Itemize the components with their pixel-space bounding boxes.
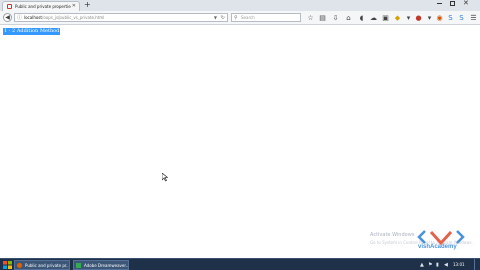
page-favicon-icon [7, 4, 12, 9]
watermark: Activate Windows Go to System in Control… [370, 228, 473, 252]
url-path: /oops_js/public_vs_private.html [41, 15, 105, 20]
close-window-button[interactable]: ✕ [463, 0, 469, 8]
tray-flag-icon[interactable]: ⚑ [428, 262, 432, 268]
reload-icon[interactable]: ↻ [221, 14, 225, 22]
show-desktop-button[interactable] [474, 259, 480, 270]
extension-dropdown-icon[interactable]: ▾ [404, 13, 413, 23]
downloads-icon[interactable]: ⇩ [331, 13, 340, 23]
taskbar-clock[interactable]: 13:01 [453, 260, 465, 269]
tray-show-hidden-icon[interactable]: ▲ [420, 262, 424, 268]
taskbar-item-dreamweaver[interactable]: Adobe Dreamweaver... [73, 260, 129, 270]
maximize-window-button[interactable] [450, 1, 455, 6]
close-tab-icon[interactable]: ✕ [72, 3, 76, 10]
taskbar-item-label: Public and private pr... [25, 263, 69, 268]
search-icon: ⚲ [234, 15, 238, 21]
firefox-icon [17, 263, 22, 268]
open-menu-icon[interactable]: ☰ [469, 13, 478, 23]
taskbar-item-firefox[interactable]: Public and private pr... [14, 260, 70, 270]
screenshot-icon[interactable]: ▣ [381, 13, 390, 23]
browser-tab[interactable]: Public and private properties ... ✕ [2, 1, 80, 11]
start-button-icon[interactable] [3, 261, 12, 269]
skype-extension-icon[interactable]: S [446, 13, 455, 23]
minimize-window-button[interactable] [437, 3, 442, 4]
tab-title: Public and private properties ... [15, 4, 71, 9]
tray-network-icon[interactable]: ▮ [436, 262, 439, 268]
extension-icon[interactable]: ◆ [393, 13, 402, 23]
bookmark-star-icon[interactable]: ☆ [306, 13, 315, 23]
home-icon[interactable]: ⌂ [344, 13, 353, 23]
dreamweaver-icon [76, 263, 81, 268]
tab-strip: Public and private properties ... ✕ + ✕ [0, 0, 480, 11]
url-host: localhost [24, 15, 42, 20]
navigation-bar: ◀ ⓘ localhost/oops_js/public_vs_private.… [0, 11, 480, 25]
extension-red-icon[interactable]: ● [414, 13, 423, 23]
url-history-dropdown-icon[interactable]: ▼ [214, 14, 217, 22]
sync-icon[interactable]: ☁ [369, 13, 378, 23]
selected-page-text[interactable]: 1 - 2 Addition Method [3, 28, 61, 35]
screen: Public and private properties ... ✕ + ✕ … [0, 0, 480, 270]
taskbar-item-label: Adobe Dreamweaver... [84, 263, 128, 268]
new-tab-button[interactable]: + [84, 1, 91, 9]
bookmarks-menu-icon[interactable]: ▤ [318, 13, 327, 23]
back-button[interactable]: ◀ [3, 13, 12, 22]
tray-volume-icon[interactable]: ◀ [444, 262, 448, 268]
pocket-icon[interactable]: ◖ [357, 13, 366, 23]
taskbar: Public and private pr... Adobe Dreamweav… [0, 258, 480, 270]
url-bar[interactable]: ⓘ localhost/oops_js/public_vs_private.ht… [14, 13, 228, 22]
url-text: localhost/oops_js/public_vs_private.html [24, 14, 214, 22]
search-bar[interactable]: ⚲ Search [231, 13, 301, 22]
vishacademy-logo-icon [417, 230, 465, 245]
skype-extension-icon[interactable]: S [457, 13, 466, 23]
mouse-cursor-icon [162, 173, 168, 182]
extension-dropdown-icon[interactable]: ▾ [425, 13, 434, 23]
site-info-icon[interactable]: ⓘ [17, 14, 22, 22]
activate-windows-text: Activate Windows [370, 232, 415, 238]
brand-name: vishAcademy [418, 244, 457, 250]
extension-orange-icon[interactable]: ◉ [435, 13, 444, 23]
search-placeholder: Search [241, 15, 255, 20]
